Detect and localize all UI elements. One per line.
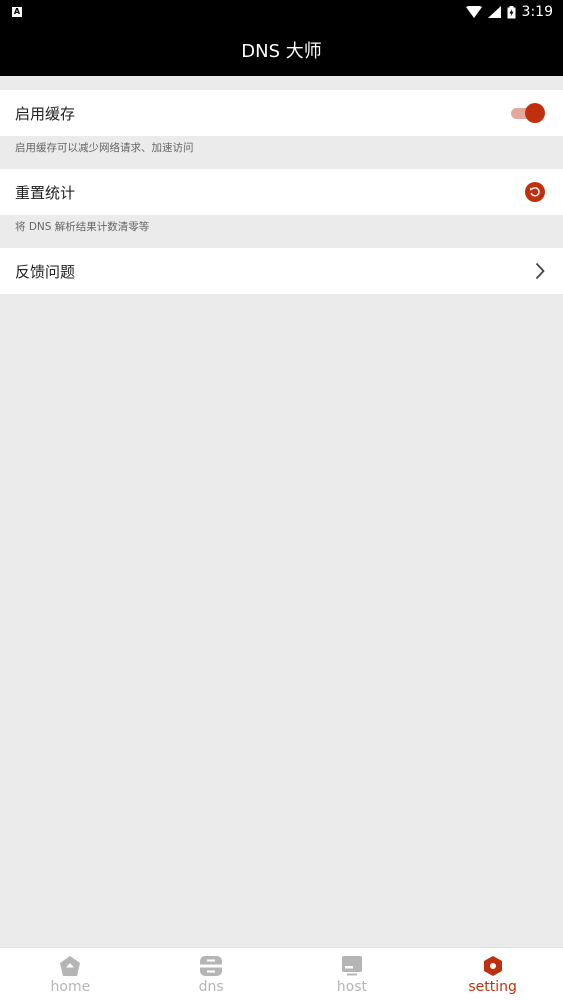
tab-label-dns: dns <box>198 979 224 995</box>
status-bar: A 3:19 <box>0 0 563 24</box>
setting-label-cache: 启用缓存 <box>15 104 76 123</box>
battery-icon <box>507 5 516 18</box>
home-icon <box>60 956 81 976</box>
toggle-knob <box>525 103 545 123</box>
signal-icon <box>487 6 501 18</box>
notification-icon: A <box>12 7 22 17</box>
status-time: 3:19 <box>521 4 553 20</box>
page-title: DNS 大师 <box>241 41 322 62</box>
setting-icon <box>483 956 502 976</box>
tab-label-setting: setting <box>468 979 517 995</box>
setting-label-feedback: 反馈问题 <box>15 262 76 281</box>
tab-label-home: home <box>50 979 91 995</box>
tab-label-host: host <box>336 979 367 995</box>
app-bar: DNS 大师 <box>0 24 563 76</box>
tab-home[interactable]: home <box>0 948 141 1001</box>
setting-description-reset: 将 DNS 解析结果计数清零等 <box>15 221 150 233</box>
wifi-icon <box>465 6 482 18</box>
setting-row-cache[interactable]: 启用缓存 <box>0 90 563 136</box>
reset-icon[interactable] <box>525 182 545 202</box>
setting-label-reset: 重置统计 <box>15 183 76 202</box>
top-spacer <box>0 76 563 90</box>
tab-setting[interactable]: setting <box>422 948 563 1001</box>
bottom-tab-bar: home dns host setting <box>0 947 563 1001</box>
cache-toggle[interactable] <box>511 103 545 123</box>
setting-description-cache: 启用缓存可以减少网络请求、加速访问 <box>15 142 194 154</box>
dns-icon <box>199 956 224 976</box>
setting-row-reset[interactable]: 重置统计 <box>0 169 563 215</box>
host-icon <box>341 956 362 976</box>
tab-host[interactable]: host <box>282 948 423 1001</box>
chevron-right-icon <box>535 262 545 280</box>
tab-dns[interactable]: dns <box>141 948 282 1001</box>
setting-row-feedback[interactable]: 反馈问题 <box>0 248 563 294</box>
